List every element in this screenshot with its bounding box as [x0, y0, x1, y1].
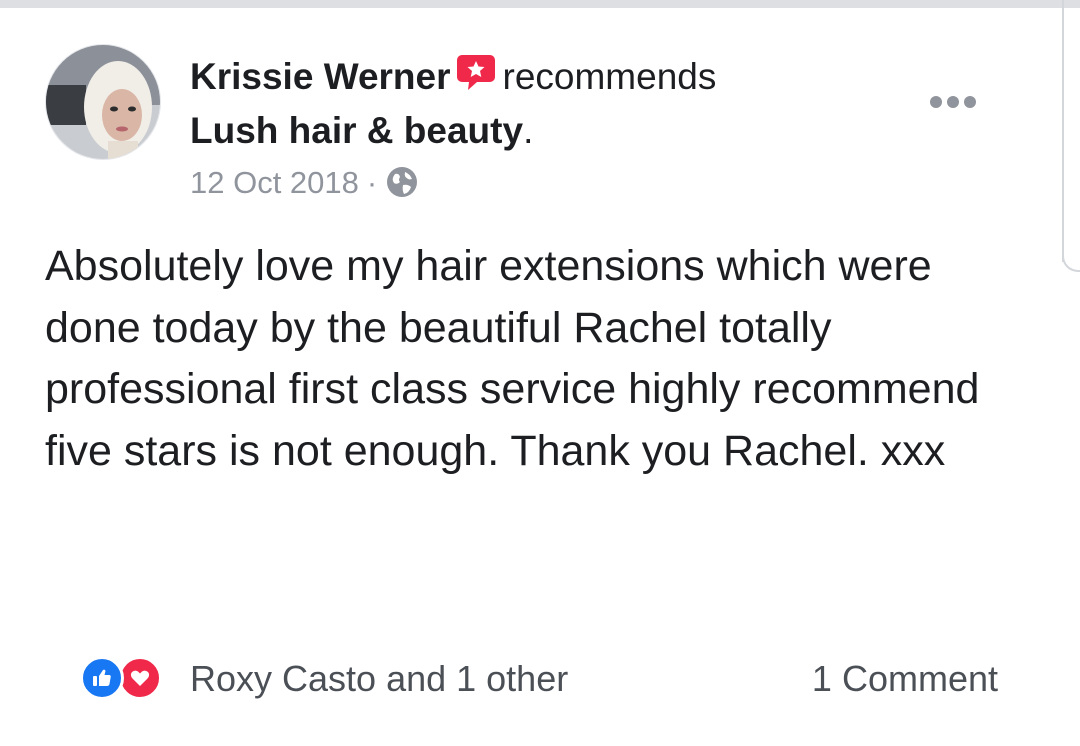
more-dot — [964, 96, 976, 108]
card-edge — [1062, 0, 1064, 262]
recommend-star-icon — [455, 53, 497, 106]
post-meta: 12 Oct 2018 · — [190, 165, 419, 207]
page-name-link[interactable]: Lush hair & beauty — [190, 110, 523, 151]
recommends-label: recommends — [502, 56, 717, 97]
post-date[interactable]: 12 Oct 2018 — [190, 165, 359, 200]
reactions-summary[interactable]: Roxy Casto and 1 other — [190, 658, 568, 700]
post-header: Krissie Werner recommends Lush hair & be… — [190, 52, 910, 156]
love-icon — [118, 656, 162, 700]
globe-icon[interactable] — [385, 165, 419, 207]
meta-separator: · — [366, 165, 378, 200]
avatar[interactable] — [45, 44, 161, 160]
post-body: Absolutely love my hair extensions which… — [45, 242, 980, 475]
top-divider — [0, 0, 1080, 8]
comments-count[interactable]: 1 Comment — [812, 658, 998, 700]
page-name-period: . — [523, 110, 534, 151]
more-options-icon[interactable] — [930, 96, 976, 108]
more-dot — [947, 96, 959, 108]
reaction-icons[interactable] — [80, 656, 162, 700]
like-icon — [80, 656, 124, 700]
author-name[interactable]: Krissie Werner — [190, 56, 451, 97]
more-dot — [930, 96, 942, 108]
card-edge-corner — [1062, 240, 1080, 272]
